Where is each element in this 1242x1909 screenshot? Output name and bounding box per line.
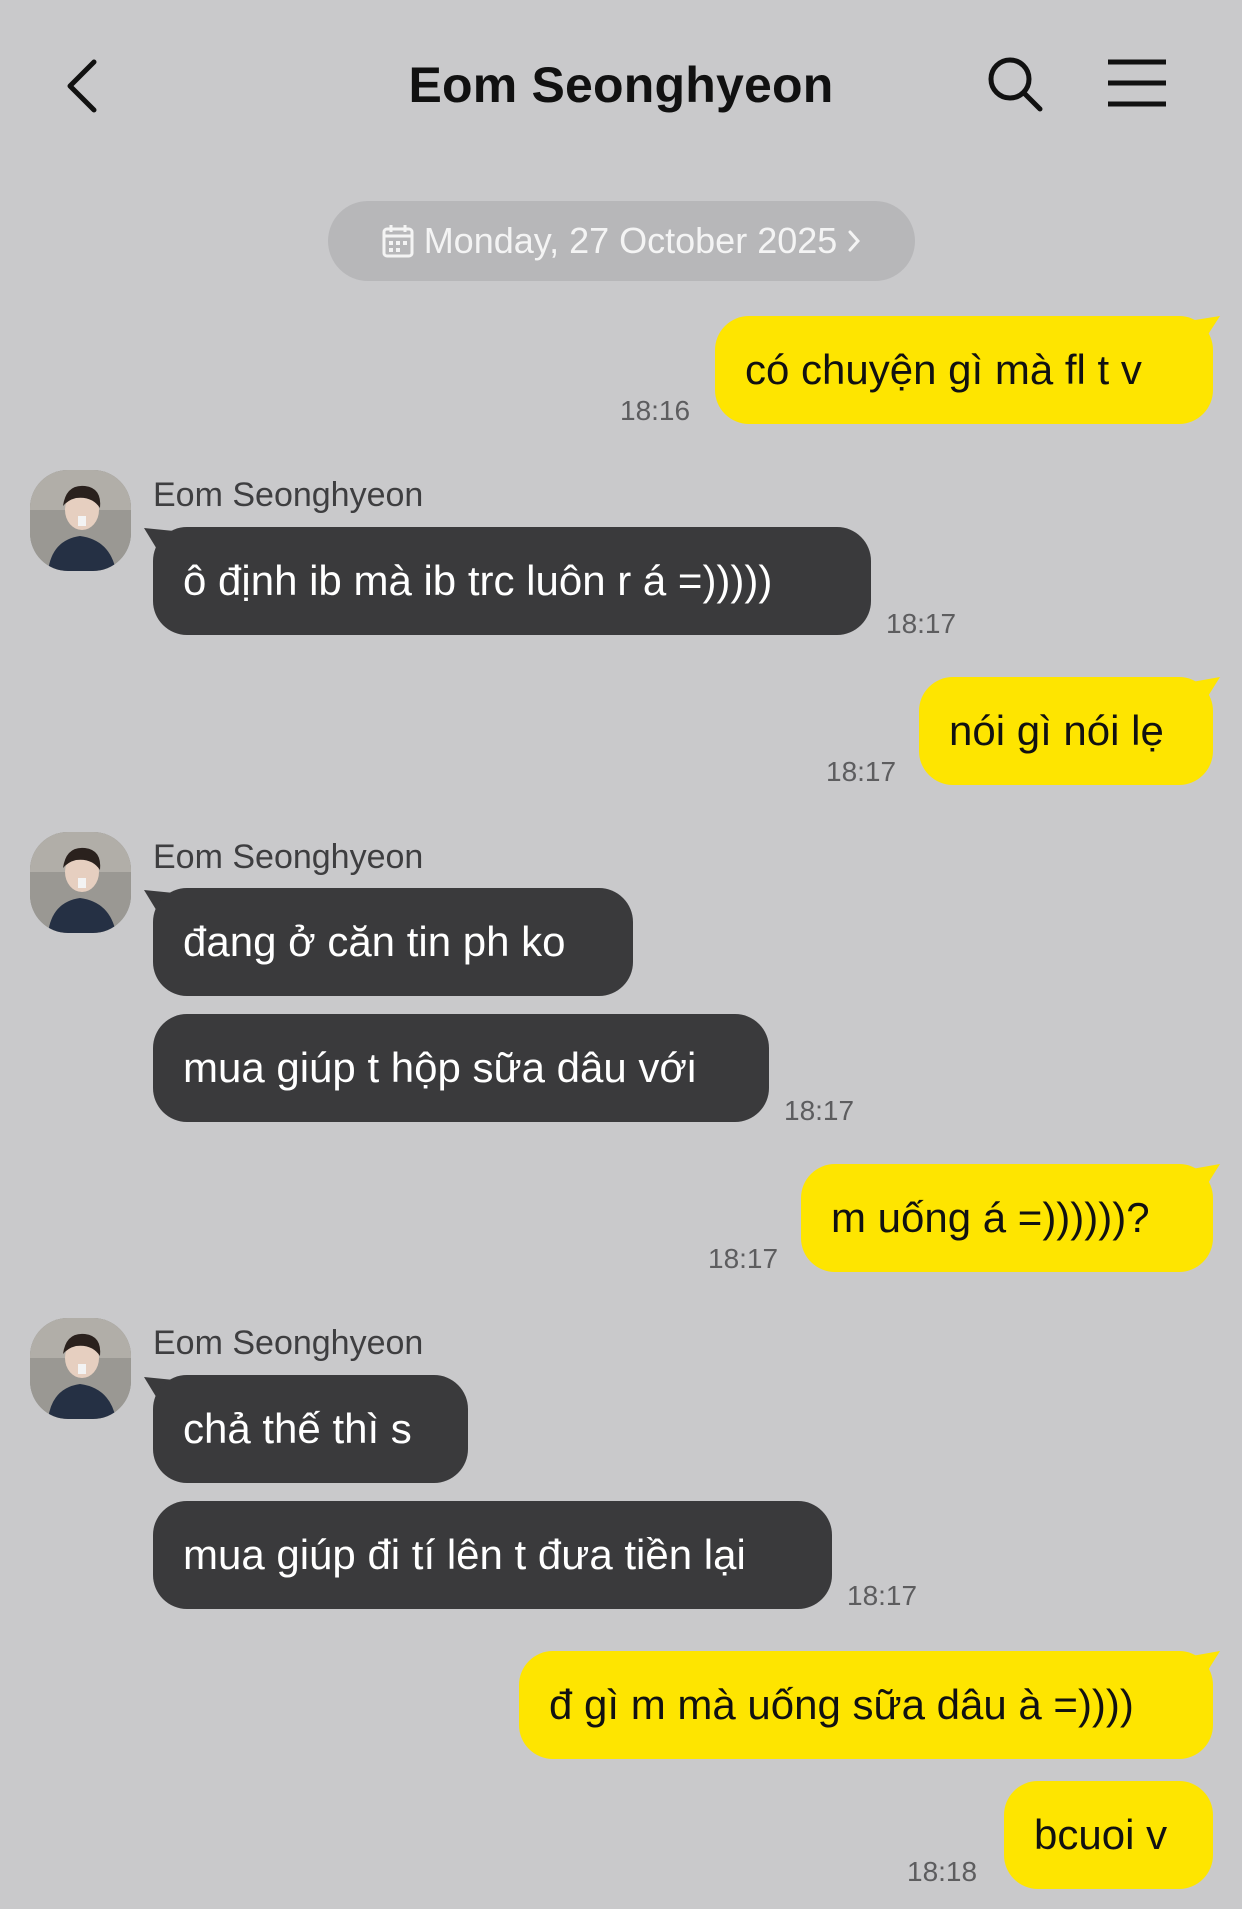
their-message-bubble[interactable]: mua giúp t hộp sữa dâu với — [153, 1014, 769, 1122]
my-message-bubble[interactable]: nói gì nói lẹ — [919, 677, 1213, 785]
their-message-bubble[interactable]: ô định ib mà ib trc luôn r á =))))) — [153, 527, 871, 635]
avatar[interactable] — [30, 832, 131, 933]
message-time: 18:18 — [907, 1856, 978, 1887]
chat-header: Eom Seonghyeon — [0, 0, 1242, 170]
my-message-bubble[interactable]: m uống á =))))))? — [801, 1164, 1213, 1272]
search-icon[interactable] — [987, 56, 1043, 112]
chat-title: Eom Seonghyeon — [408, 57, 834, 113]
their-message-bubble[interactable]: mua giúp đi tí lên t đưa tiền lại — [153, 1501, 832, 1609]
sender-name: Eom Seonghyeon — [153, 838, 424, 876]
message-time: 18:17 — [826, 756, 897, 787]
my-message-bubble[interactable]: đ gì m mà uống sữa dâu à =)))) — [519, 1651, 1213, 1759]
message-time: 18:16 — [620, 395, 691, 426]
date-divider[interactable]: Monday, 27 October 2025 — [328, 201, 915, 281]
chevron-right-icon — [848, 230, 861, 252]
profile-photo — [30, 1318, 131, 1419]
my-message-bubble[interactable]: bcuoi v — [1004, 1781, 1213, 1889]
avatar[interactable] — [30, 1318, 131, 1419]
profile-photo — [30, 470, 131, 571]
message-time: 18:17 — [708, 1243, 779, 1274]
calendar-icon — [382, 225, 414, 258]
sender-name: Eom Seonghyeon — [153, 1324, 424, 1362]
date-text: Monday, 27 October 2025 — [423, 220, 838, 261]
menu-icon[interactable] — [1106, 58, 1168, 108]
message-time: 18:17 — [886, 608, 957, 639]
their-message-bubble[interactable]: chả thế thì s — [153, 1375, 468, 1483]
profile-photo — [30, 832, 131, 933]
avatar[interactable] — [30, 470, 131, 571]
message-time: 18:17 — [847, 1580, 918, 1611]
message-time: 18:17 — [784, 1095, 855, 1126]
their-message-bubble[interactable]: đang ở căn tin ph ko — [153, 888, 633, 996]
my-message-bubble[interactable]: có chuyện gì mà fl t v — [715, 316, 1213, 424]
sender-name: Eom Seonghyeon — [153, 476, 424, 514]
